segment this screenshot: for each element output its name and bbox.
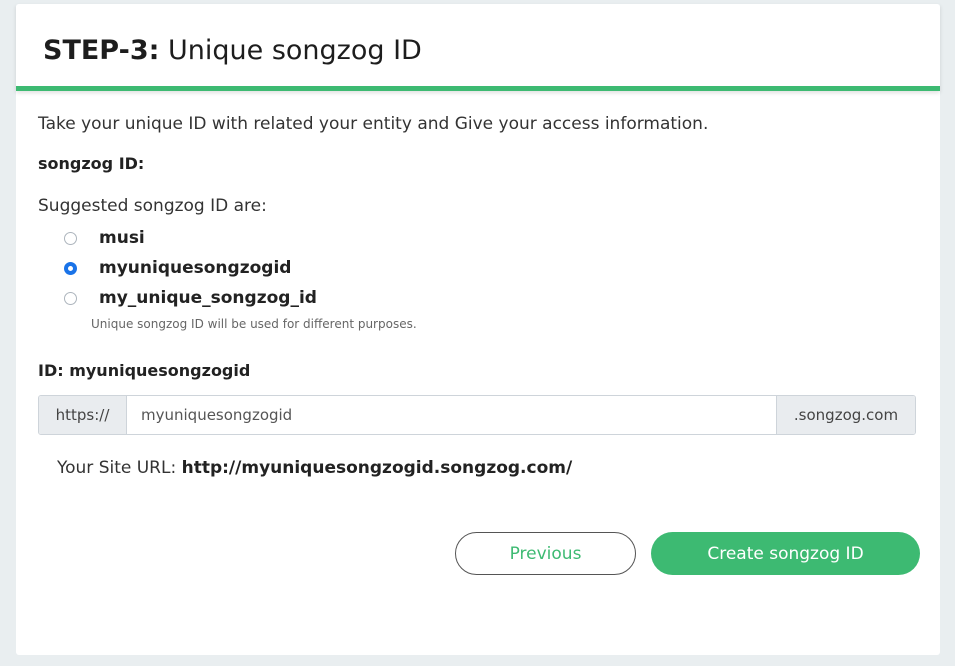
previous-button[interactable]: Previous: [455, 532, 636, 575]
card-header: STEP-3: Unique songzog ID: [16, 4, 940, 91]
url-prefix: https://: [39, 396, 127, 434]
url-suffix: .songzog.com: [776, 396, 915, 434]
option-label: my_unique_songzog_id: [99, 288, 317, 308]
suggested-label: Suggested songzog ID are:: [38, 196, 267, 216]
option-myuniquesongzogid[interactable]: myuniquesongzogid: [64, 253, 317, 283]
page-title: STEP-3: Unique songzog ID: [43, 33, 422, 69]
radio-button[interactable]: [64, 291, 77, 305]
create-songzog-id-button[interactable]: Create songzog ID: [651, 532, 920, 575]
site-url: Your Site URL: http://myuniquesongzogid.…: [57, 458, 572, 478]
site-url-label: Your Site URL:: [57, 458, 177, 478]
songzog-id-input[interactable]: [127, 396, 776, 434]
intro-text: Take your unique ID with related your en…: [38, 114, 709, 134]
hint-text: Unique songzog ID will be used for diffe…: [91, 317, 417, 331]
id-label: ID: myuniquesongzogid: [38, 361, 251, 380]
option-musi[interactable]: musi: [64, 223, 317, 253]
option-my-unique-songzog-id[interactable]: my_unique_songzog_id: [64, 283, 317, 313]
radio-button-checked[interactable]: [64, 261, 77, 275]
step-title: Unique songzog ID: [168, 35, 422, 66]
option-label: musi: [99, 228, 145, 248]
url-input-group: https:// .songzog.com: [38, 395, 916, 435]
option-label: myuniquesongzogid: [99, 258, 292, 278]
suggested-options: musi myuniquesongzogid my_unique_songzog…: [64, 223, 317, 313]
site-url-value: http://myuniquesongzogid.songzog.com/: [181, 458, 573, 478]
radio-button[interactable]: [64, 231, 77, 245]
songzog-id-label: songzog ID:: [38, 154, 145, 173]
form-body: Take your unique ID with related your en…: [38, 113, 935, 478]
step-number: STEP-3:: [43, 35, 160, 66]
